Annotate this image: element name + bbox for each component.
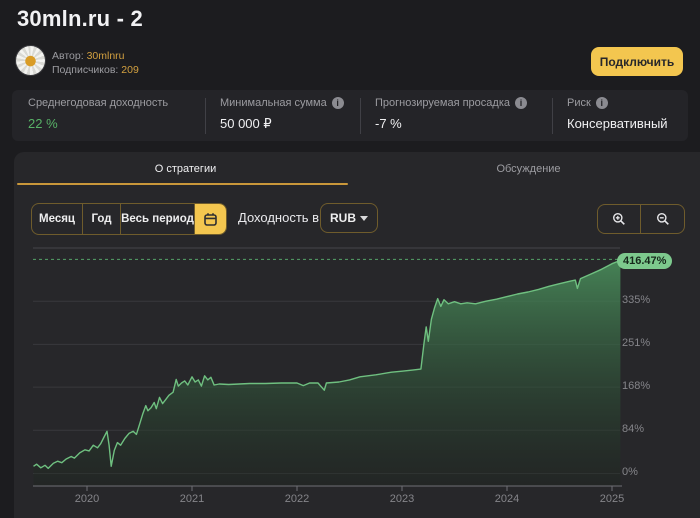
divider <box>205 98 206 134</box>
chevron-down-icon <box>360 216 368 221</box>
period-all-button[interactable]: Весь период <box>121 204 195 234</box>
period-selector: Месяц Год Весь период <box>31 203 227 235</box>
returns-in-label: Доходность в <box>238 210 319 225</box>
connect-button[interactable]: Подключить <box>591 47 683 76</box>
period-year-button[interactable]: Год <box>83 204 121 234</box>
divider <box>552 98 553 134</box>
zoom-out-icon <box>656 212 670 226</box>
stat-drawdown-value: -7 % <box>375 116 527 131</box>
subscribers-count: 209 <box>121 64 139 76</box>
author-avatar[interactable] <box>16 46 45 75</box>
stat-drawdown-label: Прогнозируемая просадка <box>375 97 510 109</box>
stat-annual-return: Среднегодовая доходность 22 % <box>28 97 168 131</box>
stat-annual-return-value: 22 % <box>28 116 168 131</box>
zoom-in-icon <box>612 212 626 226</box>
strategy-page: 30mln.ru - 2 Автор: 30mlnru Подписчиков:… <box>0 0 700 518</box>
tab-discussion[interactable]: Обсуждение <box>357 152 700 185</box>
calendar-icon <box>203 212 218 227</box>
chart-zoom-controls <box>597 204 685 234</box>
stat-annual-return-label: Среднегодовая доходность <box>28 97 168 109</box>
strategy-card: О стратегии Обсуждение Месяц Год Весь пе… <box>14 152 700 518</box>
subscribers-label: Подписчиков: <box>52 64 118 76</box>
divider <box>360 98 361 134</box>
zoom-out-button[interactable] <box>641 205 684 233</box>
active-tab-underline <box>17 183 348 185</box>
zoom-in-button[interactable] <box>598 205 641 233</box>
stat-min-amount-value: 50 000 ₽ <box>220 116 344 132</box>
stat-risk-value: Консервативный <box>567 116 668 131</box>
stat-drawdown: Прогнозируемая просадка i -7 % <box>375 97 527 131</box>
info-icon[interactable]: i <box>596 97 608 109</box>
stat-risk-label: Риск <box>567 97 591 109</box>
info-icon[interactable]: i <box>515 97 527 109</box>
currency-value: RUB <box>330 211 356 225</box>
page-title: 30mln.ru - 2 <box>17 6 143 32</box>
author-name-link[interactable]: 30mlnru <box>87 50 125 62</box>
author-label: Автор: <box>52 50 84 62</box>
stat-min-amount-label: Минимальная сумма <box>220 97 327 109</box>
tab-bar: О стратегии Обсуждение <box>14 152 700 185</box>
author-info: Автор: 30mlnru Подписчиков: 209 <box>52 49 139 77</box>
currency-select[interactable]: RUB <box>320 203 378 233</box>
stat-min-amount: Минимальная сумма i 50 000 ₽ <box>220 97 344 132</box>
period-month-button[interactable]: Месяц <box>32 204 83 234</box>
stats-panel: Среднегодовая доходность 22 % Минимальна… <box>12 90 688 141</box>
calendar-button[interactable] <box>195 204 226 234</box>
stat-risk: Риск i Консервативный <box>567 97 668 131</box>
tab-about-strategy[interactable]: О стратегии <box>14 152 357 185</box>
info-icon[interactable]: i <box>332 97 344 109</box>
